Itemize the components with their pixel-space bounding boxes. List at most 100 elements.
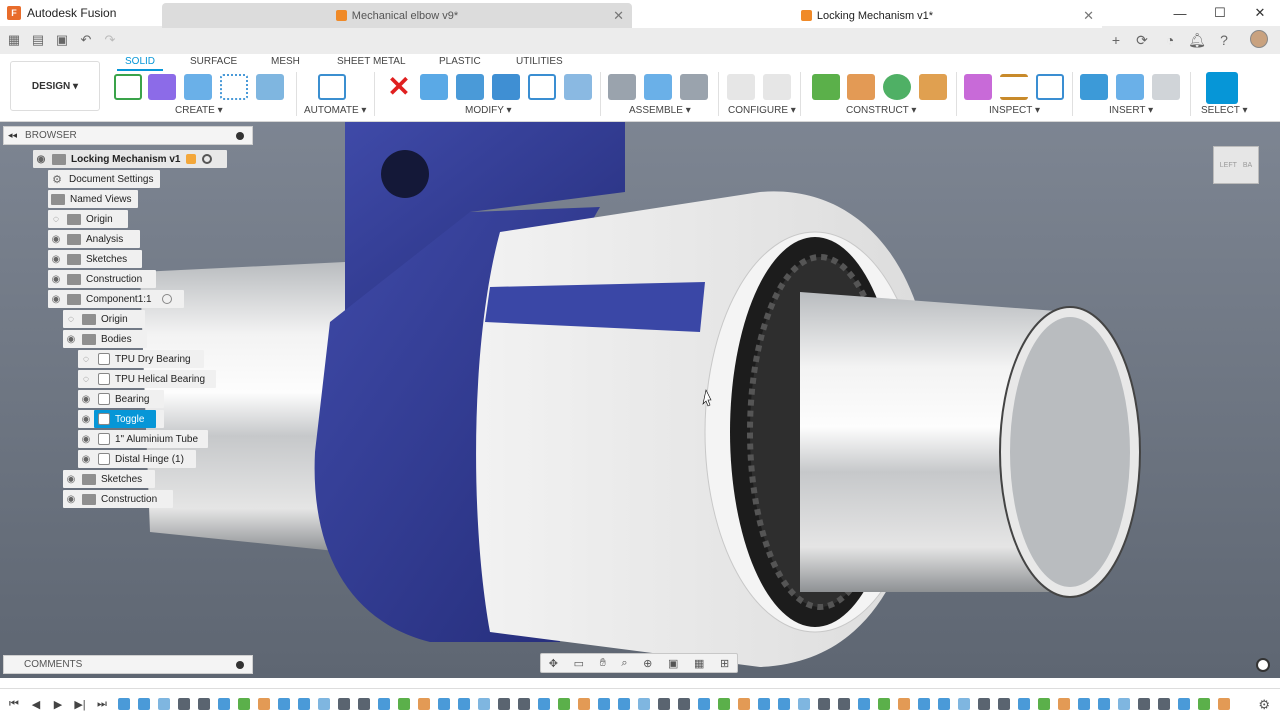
timeline-feature-icon[interactable]: [1218, 698, 1230, 710]
timeline-feature-icon[interactable]: [158, 698, 170, 710]
timeline-feature-icon[interactable]: [918, 698, 930, 710]
timeline-feature-icon[interactable]: [978, 698, 990, 710]
timeline-feature-icon[interactable]: [698, 698, 710, 710]
model-canvas[interactable]: [0, 122, 1280, 678]
box-icon[interactable]: [256, 74, 284, 100]
timeline-feature-icon[interactable]: [998, 698, 1010, 710]
visibility-eye-icon[interactable]: ◉: [63, 471, 79, 487]
zoom-icon[interactable]: ⌕: [621, 657, 627, 670]
timeline-feature-icon[interactable]: [278, 698, 290, 710]
timeline-feature-icon[interactable]: [718, 698, 730, 710]
tab-surface[interactable]: SURFACE: [190, 56, 237, 67]
timeline-feature-icon[interactable]: [358, 698, 370, 710]
shell-icon[interactable]: [528, 74, 556, 100]
timeline-feature-icon[interactable]: [1118, 698, 1130, 710]
timeline-feature-icon[interactable]: [898, 698, 910, 710]
offset-plane-icon[interactable]: [812, 74, 840, 100]
timeline-feature-icon[interactable]: [398, 698, 410, 710]
insert-menu[interactable]: INSERT ▾: [1109, 105, 1153, 116]
help-icon[interactable]: ?: [1214, 30, 1234, 50]
automate-icon[interactable]: [318, 74, 346, 100]
timeline-feature-icon[interactable]: [498, 698, 510, 710]
point-icon[interactable]: [919, 74, 947, 100]
new-tab-icon[interactable]: +: [1106, 30, 1126, 50]
measure-icon[interactable]: [1000, 74, 1028, 100]
close-tab-icon[interactable]: ✕: [613, 8, 624, 24]
chamfer-icon[interactable]: [492, 74, 520, 100]
step-back-icon[interactable]: ◀: [26, 698, 46, 711]
press-pull-icon[interactable]: [420, 74, 448, 100]
job-status-icon[interactable]: ◔: [1160, 30, 1180, 50]
maximize-button[interactable]: ☐: [1200, 0, 1240, 26]
workspace-switcher[interactable]: DESIGN ▾: [10, 61, 100, 111]
timeline-feature-icon[interactable]: [1158, 698, 1170, 710]
visibility-eye-icon[interactable]: ◌: [78, 371, 94, 387]
browser-item-analysis[interactable]: ◉ Analysis: [48, 230, 140, 248]
browser-item-sketches[interactable]: ◉ Sketches: [48, 250, 142, 268]
browser-item-tpu-helical-bearing[interactable]: ◌ TPU Helical Bearing: [78, 370, 216, 388]
tab-locking-mechanism[interactable]: Locking Mechanism v1* ✕: [632, 3, 1102, 28]
browser-item-named-views[interactable]: Named Views: [48, 190, 138, 208]
timeline-settings-icon[interactable]: ⚙: [1258, 697, 1270, 713]
apps-grid-icon[interactable]: ▦: [4, 30, 24, 50]
timeline-feature-icon[interactable]: [1198, 698, 1210, 710]
visibility-eye-icon[interactable]: ◉: [78, 391, 94, 407]
visibility-eye-icon[interactable]: ◌: [78, 351, 94, 367]
visibility-eye-icon[interactable]: ◉: [63, 331, 79, 347]
section-analysis-icon[interactable]: [1036, 74, 1064, 100]
browser-item-distal-hinge[interactable]: ◉ Distal Hinge (1): [78, 450, 196, 468]
construct-menu[interactable]: CONSTRUCT ▾: [846, 105, 916, 116]
browser-item-aluminium-tube[interactable]: ◉ 1" Aluminium Tube: [78, 430, 208, 448]
browser-item-component-construction[interactable]: ◉ Construction: [63, 490, 173, 508]
timeline-feature-icon[interactable]: [318, 698, 330, 710]
visibility-eye-icon[interactable]: ◉: [63, 491, 79, 507]
tab-sheet-metal[interactable]: SHEET METAL: [337, 56, 406, 67]
timeline-feature-icon[interactable]: [118, 698, 130, 710]
joint-icon[interactable]: [644, 74, 672, 100]
timeline-feature-icon[interactable]: [338, 698, 350, 710]
timeline-feature-icon[interactable]: [758, 698, 770, 710]
timeline-feature-icon[interactable]: [138, 698, 150, 710]
timeline-feature-icon[interactable]: [1098, 698, 1110, 710]
timeline-feature-icon[interactable]: [838, 698, 850, 710]
timeline-feature-icon[interactable]: [458, 698, 470, 710]
browser-item-document-settings[interactable]: ⚙ Document Settings: [48, 170, 160, 188]
insert-derive-icon[interactable]: [1152, 74, 1180, 100]
timeline-feature-icon[interactable]: [178, 698, 190, 710]
browser-item-component-origin[interactable]: ◌ Origin: [63, 310, 145, 328]
collapse-browser-icon[interactable]: ◂◂: [8, 130, 17, 141]
create-menu[interactable]: CREATE ▾: [175, 105, 223, 116]
save-icon[interactable]: ▣: [52, 30, 72, 50]
fillet-icon[interactable]: [456, 74, 484, 100]
browser-item-origin[interactable]: ◌ Origin: [48, 210, 128, 228]
viewports-icon[interactable]: ⊞: [720, 657, 729, 670]
visibility-eye-icon[interactable]: ◌: [48, 211, 64, 227]
play-icon[interactable]: ▶: [48, 698, 68, 711]
tab-plastic[interactable]: PLASTIC: [439, 56, 481, 67]
timeline-feature-icon[interactable]: [1018, 698, 1030, 710]
activate-radio-icon[interactable]: [202, 154, 213, 164]
step-forward-icon[interactable]: ▶|: [70, 698, 90, 711]
visibility-eye-icon[interactable]: ◌: [63, 311, 79, 327]
timeline-feature-icon[interactable]: [658, 698, 670, 710]
timeline-feature-icon[interactable]: [418, 698, 430, 710]
timeline-feature-icon[interactable]: [878, 698, 890, 710]
comments-panel-header[interactable]: COMMENTS: [3, 655, 253, 674]
tab-mesh[interactable]: MESH: [271, 56, 300, 67]
browser-item-bearing[interactable]: ◉ Bearing: [78, 390, 164, 408]
close-button[interactable]: ✕: [1240, 0, 1280, 26]
visibility-eye-icon[interactable]: ◉: [33, 151, 49, 167]
select-icon[interactable]: [1206, 72, 1238, 104]
activate-radio-icon[interactable]: [161, 294, 172, 304]
timeline-feature-icon[interactable]: [478, 698, 490, 710]
timeline-feature-icon[interactable]: [618, 698, 630, 710]
axis-icon[interactable]: [883, 74, 911, 100]
visibility-eye-icon[interactable]: ◉: [48, 251, 64, 267]
undo-icon[interactable]: ↶: [76, 30, 96, 50]
visibility-eye-icon[interactable]: ◉: [78, 451, 94, 467]
inspect-menu[interactable]: INSPECT ▾: [989, 105, 1040, 116]
tab-utilities[interactable]: UTILITIES: [516, 56, 563, 67]
visibility-eye-icon[interactable]: ◉: [48, 291, 64, 307]
delete-icon[interactable]: ✕: [385, 73, 413, 101]
pan-icon[interactable]: ✋︎: [600, 657, 606, 670]
